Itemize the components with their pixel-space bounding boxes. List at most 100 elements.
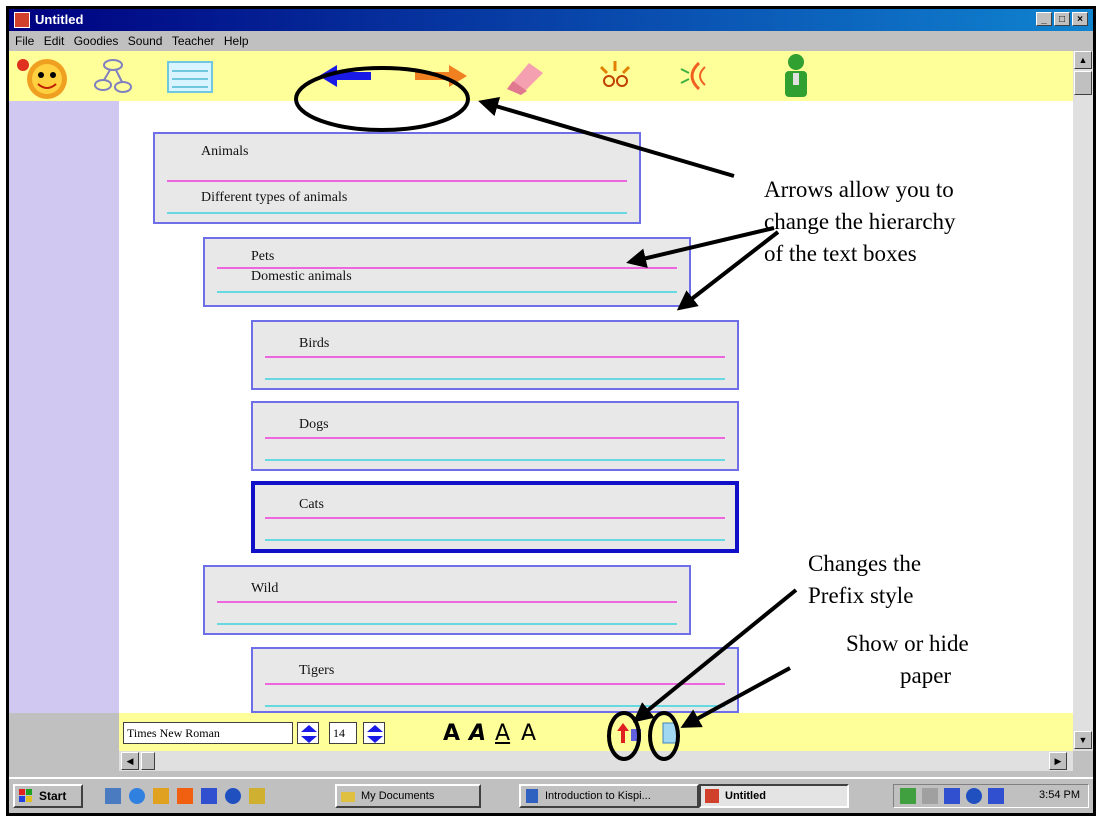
font-size-select[interactable]: 14 (329, 722, 357, 744)
outline-box-animals[interactable]: Animals Different types of animals (153, 132, 641, 224)
menu-teacher[interactable]: Teacher (172, 34, 215, 48)
menu-edit[interactable]: Edit (44, 34, 65, 48)
windows-taskbar: Start My Documents Introduction to Kispi… (9, 777, 1093, 813)
rapidfire-icon[interactable] (595, 57, 637, 95)
system-tray: 3:54 PM (893, 784, 1089, 808)
menu-file[interactable]: File (15, 34, 34, 48)
scroll-thumb[interactable] (1074, 71, 1092, 95)
move-left-arrow-icon[interactable] (317, 63, 373, 101)
underline-button[interactable]: A (495, 721, 510, 746)
outline-box-tigers[interactable]: Tigers (251, 647, 739, 713)
prefix-style-icon[interactable] (615, 721, 645, 745)
topic-title: Tigers (299, 663, 335, 678)
taskbar-untitled[interactable]: Untitled (699, 784, 849, 808)
start-button[interactable]: Start (13, 784, 83, 808)
topic-note: Domestic animals (251, 269, 352, 284)
left-panel (9, 101, 119, 713)
quicklaunch-app-icon[interactable] (201, 788, 217, 804)
font-style-button[interactable]: A (521, 721, 536, 746)
taskbar-label: Untitled (725, 790, 766, 802)
hscroll-thumb[interactable] (141, 752, 155, 770)
maximize-button[interactable]: □ (1054, 12, 1070, 26)
prefix-annotation: Changes the Prefix style (808, 548, 921, 612)
title-bar: Untitled _ □ × (9, 9, 1093, 31)
menu-sound[interactable]: Sound (128, 34, 163, 48)
quicklaunch-ie-icon[interactable] (129, 788, 145, 804)
outline-box-dogs[interactable]: Dogs (251, 401, 739, 471)
tray-user-icon[interactable] (988, 788, 1004, 804)
paper-line (217, 267, 677, 269)
paper-line (265, 437, 725, 439)
annotation-line: Arrows allow you to (764, 177, 954, 202)
topic-title: Dogs (299, 417, 329, 432)
taskbar-label: My Documents (361, 790, 435, 802)
diagram-view-icon[interactable] (93, 57, 133, 95)
minimize-button[interactable]: _ (1036, 12, 1052, 26)
annotation-line: Prefix style (808, 583, 914, 608)
paper-line (167, 212, 627, 214)
horizontal-scrollbar[interactable]: ◀ ▶ (119, 751, 1073, 771)
tray-network-icon[interactable] (900, 788, 916, 804)
font-spinner-icon[interactable] (297, 722, 319, 744)
scroll-down-button[interactable]: ▼ (1074, 731, 1092, 749)
topic-note: Different types of animals (201, 190, 348, 205)
annotation-line: change the hierarchy (764, 209, 956, 234)
start-label: Start (39, 789, 67, 803)
quicklaunch-desktop-icon[interactable] (105, 788, 121, 804)
size-spinner-icon[interactable] (363, 722, 385, 744)
paper-line (265, 378, 725, 380)
outline-box-wild[interactable]: Wild (203, 565, 691, 635)
font-family-select[interactable]: Times New Roman (123, 722, 293, 744)
window-title: Untitled (35, 12, 84, 27)
paper-line (265, 539, 725, 541)
app-icon (705, 789, 719, 803)
close-button[interactable]: × (1072, 12, 1088, 26)
paper-line (167, 180, 627, 182)
italic-button[interactable]: A (469, 721, 486, 746)
arrows-annotation: Arrows allow you to change the hierarchy… (764, 174, 956, 270)
document-icon (526, 789, 538, 803)
annotation-line: of the text boxes (764, 241, 917, 266)
vertical-scrollbar[interactable]: ▲ ▼ (1073, 51, 1093, 751)
tray-app-icon[interactable] (944, 788, 960, 804)
sound-icon[interactable] (673, 57, 713, 95)
topic-title: Wild (251, 581, 279, 596)
tray-chat-icon[interactable] (966, 788, 982, 804)
quicklaunch-media-icon[interactable] (177, 788, 193, 804)
paper-line (265, 705, 725, 707)
paper-toggle-icon[interactable] (659, 721, 681, 745)
topic-title: Pets (251, 249, 275, 264)
eraser-icon[interactable] (499, 57, 549, 95)
topic-title: Birds (299, 336, 330, 351)
paper-line (217, 291, 677, 293)
annotation-line: Show or hide (846, 631, 969, 656)
font-toolbar: Times New Roman 14 A A A A (119, 713, 1073, 751)
clock: 3:54 PM (1039, 789, 1080, 801)
app-window: Untitled _ □ × File Edit Goodies Sound T… (6, 6, 1096, 816)
taskbar-my-documents[interactable]: My Documents (335, 784, 481, 808)
quicklaunch-chat-icon[interactable] (225, 788, 241, 804)
taskbar-introduction[interactable]: Introduction to Kispi... (519, 784, 699, 808)
move-right-arrow-icon[interactable] (413, 63, 469, 101)
annotation-line: Changes the (808, 551, 922, 576)
outline-box-birds[interactable]: Birds (251, 320, 739, 390)
main-toolbar (9, 51, 1073, 102)
scroll-up-button[interactable]: ▲ (1074, 51, 1092, 69)
bold-button[interactable]: A (443, 721, 460, 746)
outline-box-pets[interactable]: Pets Domestic animals (203, 237, 691, 307)
tray-volume-icon[interactable] (922, 788, 938, 804)
quicklaunch-mail-icon[interactable] (153, 788, 169, 804)
paper-line (265, 517, 725, 519)
paper-annotation: Show or hide paper (846, 628, 969, 692)
teacher-figure-icon[interactable] (779, 53, 813, 99)
left-panel-scroll-area (9, 751, 119, 771)
paper-line (265, 683, 725, 685)
scroll-right-button[interactable]: ▶ (1049, 752, 1067, 770)
outline-box-cats[interactable]: Cats (251, 481, 739, 553)
outline-view-icon[interactable] (167, 61, 213, 99)
menu-help[interactable]: Help (224, 34, 249, 48)
quicklaunch-tool-icon[interactable] (249, 788, 265, 804)
app-icon (14, 12, 30, 28)
scroll-left-button[interactable]: ◀ (121, 752, 139, 770)
menu-goodies[interactable]: Goodies (74, 34, 119, 48)
